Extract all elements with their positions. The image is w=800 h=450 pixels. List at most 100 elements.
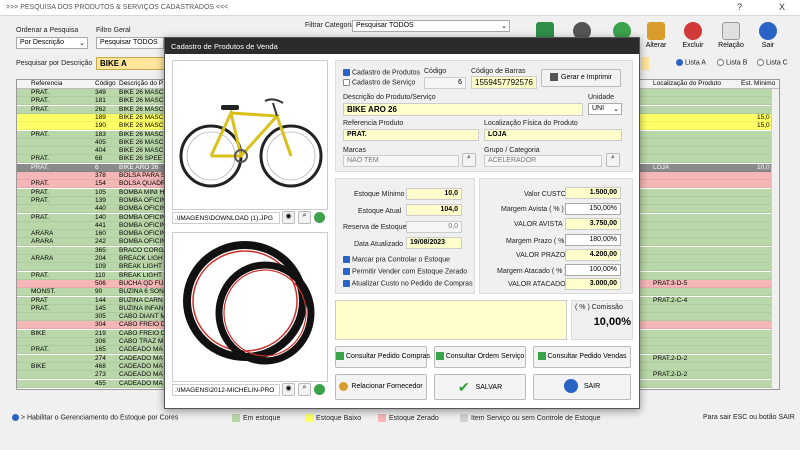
header-localizacao[interactable]: Localização do Produto [653, 80, 721, 88]
person-icon [339, 381, 349, 391]
reserva-field[interactable]: 0,0 [406, 221, 462, 233]
pesquisar-input[interactable]: BIKE A [96, 57, 166, 70]
relacionar-fornecedor-button[interactable]: Relacionar Fornecedor [335, 374, 427, 400]
exit-arrow-icon [563, 379, 578, 394]
valor-atacado-field[interactable]: 3.000,00 [565, 278, 621, 290]
cell-cod: 306 [95, 338, 106, 345]
cell-cod: 378 [95, 172, 106, 179]
atualizar-custo-checkbox[interactable]: Atualizar Custo no Pedido de Compras [343, 280, 473, 287]
cell-cod: 6 [95, 163, 99, 171]
cell-cod: 365 [95, 246, 106, 254]
cell-cod: 68 [95, 155, 103, 163]
relacao-button[interactable]: Relação [714, 20, 748, 58]
cell-desc: CABO DIANT M [119, 313, 166, 321]
margem-atacado-field[interactable]: 100,00% [565, 264, 621, 276]
estoque-atual-field[interactable]: 104,0 [406, 204, 462, 216]
cell-desc: BIKE 26 MASC [119, 138, 164, 146]
grid-scrollbar[interactable] [771, 89, 779, 389]
notes-area[interactable] [335, 300, 567, 340]
close-button[interactable]: X [779, 2, 785, 12]
comissao-field[interactable]: 10,00% [575, 316, 631, 332]
product-image-1 [172, 60, 328, 210]
cell-desc: BUZINA INFAN [119, 304, 164, 312]
localizacao-label: Localização Física do Produto [484, 120, 578, 127]
cell-ref: PRAT. [31, 213, 49, 221]
chevron-down-icon: ⌄ [79, 40, 85, 47]
data-atualizado-field[interactable]: 19/08/2023 [406, 237, 462, 249]
marcas-search-button[interactable]: ⌕ [462, 153, 476, 167]
salvar-button[interactable]: ✔ SALVAR [434, 374, 526, 400]
cadastro-produtos-checkbox[interactable]: Cadastro de Produtos [343, 69, 420, 76]
cell-loc: PRAT.2-D-2 [653, 354, 688, 362]
barras-field[interactable]: 1559457792576 [471, 76, 537, 89]
download-button-2[interactable] [314, 384, 325, 395]
consultar-servico-button[interactable]: Consultar Ordem Serviço [434, 346, 526, 368]
chevron-down-icon: ⌄ [501, 23, 507, 30]
header-descricao[interactable]: Descrição do P [119, 80, 163, 88]
margem-avista-field[interactable]: 150,00% [565, 203, 621, 215]
zoom-button-2[interactable]: ⌕ [298, 383, 311, 396]
cell-est: 10,0 [757, 163, 770, 171]
valor-custo-field[interactable]: 1.500,00 [565, 187, 621, 199]
download-button-1[interactable] [314, 212, 325, 223]
cell-desc: BIKE 26 MASC [119, 113, 164, 121]
consultar-vendas-button[interactable]: Consultar Pedido Vendas [533, 346, 631, 368]
lista-c-radio[interactable]: Lista C [757, 59, 788, 66]
localizacao-field[interactable]: LOJA [484, 129, 622, 141]
filtro-geral-select[interactable]: Pesquisar TODOS [96, 37, 164, 49]
lista-a-radio[interactable]: Lista A [676, 59, 706, 66]
cell-ref: PRAT. [31, 180, 49, 188]
camera-button-2[interactable]: ◉ [282, 383, 295, 396]
cell-cod: 160 [95, 230, 106, 238]
header-est-minimo[interactable]: Est. Mínimo [741, 80, 775, 88]
lista-b-radio[interactable]: Lista B [717, 59, 747, 66]
estoque-minimo-field[interactable]: 10,0 [406, 188, 462, 200]
consultar-compras-button[interactable]: Consultar Pedido Compras [335, 346, 430, 368]
marcar-controlar-checkbox[interactable]: Marcar pra Controlar o Estoque [343, 256, 450, 263]
legend-em-estoque: Em estoque [232, 414, 280, 422]
habilitar-cores-radio[interactable]: > Habilitar o Gerenciamento do Estoque p… [12, 414, 178, 421]
margem-prazo-field[interactable]: 180,00% [565, 234, 621, 246]
marcas-field[interactable]: NAO TEM [343, 155, 459, 167]
cell-desc: BIKE 26 MASC [119, 89, 164, 96]
grupo-field[interactable]: ACELERADOR [484, 155, 602, 167]
grupo-search-button[interactable]: ⌕ [606, 153, 620, 167]
cadastro-servico-checkbox[interactable]: Cadastro de Serviço [343, 79, 415, 86]
descricao-field[interactable]: BIKE ARO 26 [343, 103, 583, 116]
cell-ref: PRAT. [31, 105, 49, 113]
excluir-button[interactable]: Excluir [676, 20, 710, 58]
valor-prazo-field[interactable]: 4.200,00 [565, 249, 621, 261]
sair-top-button[interactable]: Sair [751, 20, 785, 58]
cell-cod: 139 [95, 196, 106, 204]
referencia-field[interactable]: PRAT. [343, 129, 479, 141]
header-codigo[interactable]: Código [95, 80, 116, 88]
valor-avista-label: VALOR AVISTA [514, 221, 563, 228]
search-icon: ⌕ [302, 212, 307, 219]
codigo-field[interactable]: 6 [424, 77, 466, 89]
valor-avista-field[interactable]: 3.750,00 [565, 218, 621, 230]
header-referencia[interactable]: Referencia [31, 80, 62, 88]
permitir-vender-checkbox[interactable]: Permitir Vender com Estoque Zerado [343, 268, 467, 275]
cell-cod: 468 [95, 362, 106, 370]
help-button[interactable]: ? [737, 2, 742, 12]
cell-ref: BIKE [31, 329, 46, 337]
unidade-select[interactable]: UNI ⌄ [588, 103, 622, 115]
report-icon [336, 352, 344, 361]
ordenar-select[interactable]: Por Descrição ⌄ [16, 37, 88, 49]
cell-loc: PRAT.2-D-2 [653, 371, 688, 379]
camera-button-1[interactable]: ◉ [282, 211, 295, 224]
cell-desc: CADEADO MA [119, 346, 163, 354]
cell-loc: LOJA [653, 163, 670, 171]
cell-cod: 304 [95, 321, 106, 329]
cell-cod: 440 [95, 205, 106, 213]
window-titlebar: >>> PESQUISA DOS PRODUTOS & SERVIÇOS CAD… [0, 0, 800, 16]
zoom-button-1[interactable]: ⌕ [298, 211, 311, 224]
categoria-select[interactable]: Pesquisar TODOS ⌄ [352, 20, 510, 32]
alterar-button[interactable]: Alterar [639, 20, 673, 58]
cell-cod: 109 [95, 263, 106, 271]
pencil-icon [647, 22, 665, 40]
gerar-imprimir-button[interactable]: Gerar e Imprimir [541, 69, 621, 87]
sair-button[interactable]: SAIR [533, 374, 631, 400]
search-icon: ⌕ [467, 154, 471, 161]
cell-cod: 154 [95, 180, 106, 188]
